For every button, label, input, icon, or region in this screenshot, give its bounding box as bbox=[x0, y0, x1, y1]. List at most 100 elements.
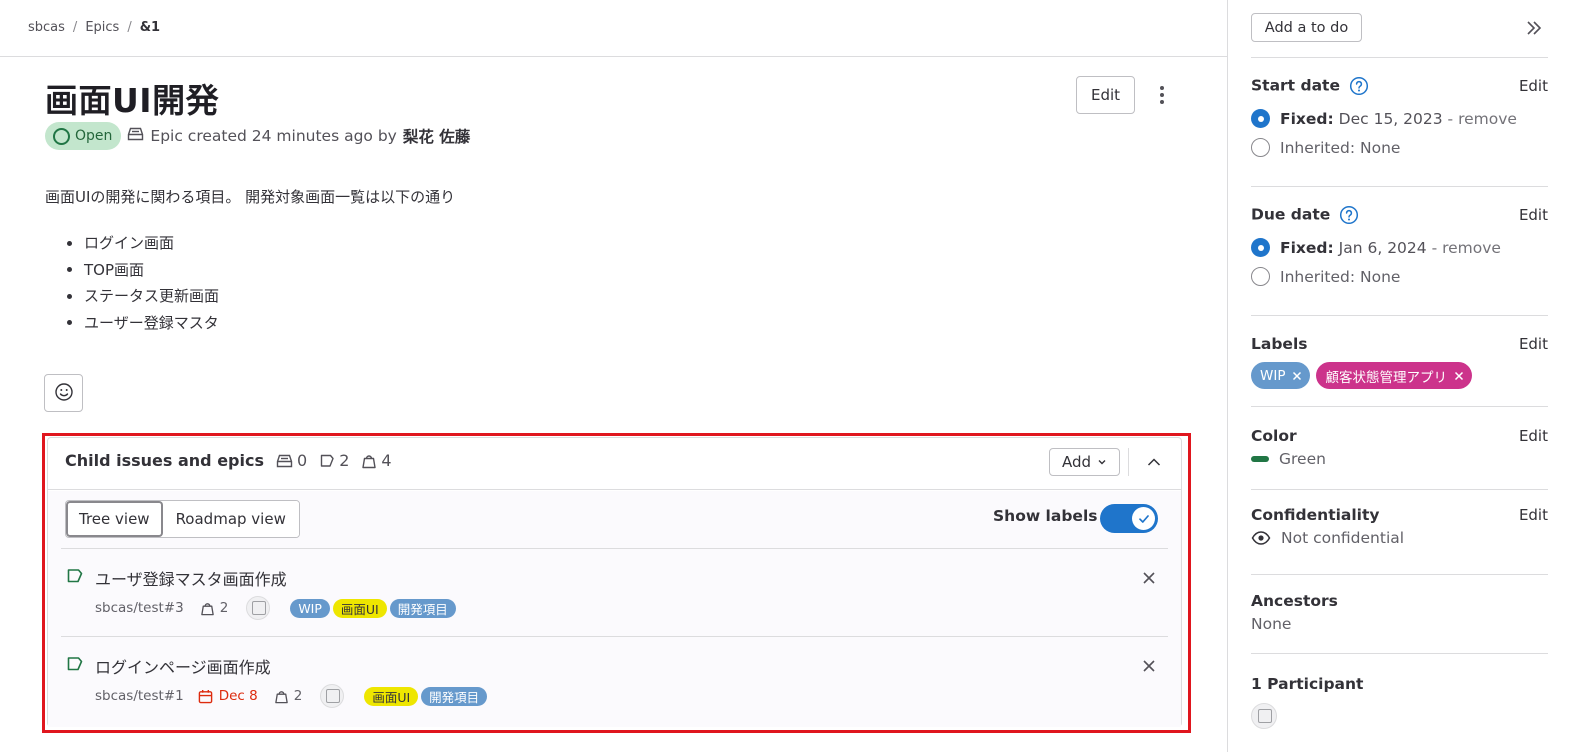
confidentiality-value: Not confidential bbox=[1251, 529, 1548, 547]
list-item: ログイン画面 bbox=[67, 230, 219, 257]
radio-unselected[interactable] bbox=[1251, 138, 1270, 157]
issue-count: 2 bbox=[319, 451, 349, 470]
more-actions-icon[interactable] bbox=[1153, 82, 1171, 108]
weight-icon bbox=[274, 690, 288, 703]
remove-start-date[interactable]: - remove bbox=[1448, 110, 1517, 128]
epic-main: sbcas / Epics / &1 画面UI開発 Edit Open Epic… bbox=[0, 0, 1227, 752]
issue-labels: 画面UI 開発項目 bbox=[364, 686, 488, 706]
radio-selected[interactable] bbox=[1251, 238, 1270, 257]
color-value: Green bbox=[1251, 450, 1548, 468]
radio-unselected[interactable] bbox=[1251, 267, 1270, 286]
show-labels-toggle[interactable] bbox=[1100, 504, 1158, 533]
label-badge[interactable]: 画面UI bbox=[332, 598, 387, 618]
collapse-sidebar-icon[interactable] bbox=[1524, 18, 1544, 38]
issue-icon bbox=[320, 454, 334, 467]
description-list: ログイン画面 TOP画面 ステータス更新画面 ユーザー登録マスタ bbox=[67, 230, 219, 336]
issue-weight: 2 bbox=[200, 600, 228, 616]
child-issue-title[interactable]: ログインページ画面作成 bbox=[95, 654, 271, 678]
edit-confidentiality[interactable]: Edit bbox=[1519, 506, 1548, 524]
breadcrumb-current[interactable]: &1 bbox=[140, 20, 160, 35]
collapse-button[interactable] bbox=[1141, 449, 1167, 475]
breadcrumb-epics[interactable]: Epics bbox=[85, 20, 119, 35]
edit-start-date[interactable]: Edit bbox=[1519, 77, 1548, 95]
weight-count: 4 bbox=[361, 451, 392, 470]
assignee-avatar[interactable] bbox=[320, 684, 345, 708]
ancestors-title: Ancestors bbox=[1251, 592, 1338, 610]
label-badge[interactable]: WIP bbox=[1251, 362, 1311, 389]
label-badge[interactable]: 顧客状態管理アプリ bbox=[1316, 362, 1472, 389]
start-date-fixed-option[interactable]: Fixed: Dec 15, 2023 - remove bbox=[1251, 104, 1548, 133]
sidebar-divider bbox=[1251, 57, 1548, 58]
help-icon[interactable] bbox=[1339, 205, 1359, 225]
edit-due-date[interactable]: Edit bbox=[1519, 206, 1548, 224]
participants-title: 1 Participant bbox=[1251, 675, 1364, 693]
due-date: Dec 8 bbox=[198, 688, 258, 704]
chevron-up-icon bbox=[1147, 458, 1161, 466]
child-issues-title: Child issues and epics 0 2 4 bbox=[65, 451, 392, 470]
remove-label-icon bbox=[1454, 371, 1464, 380]
child-issue-row[interactable]: ユーザ登録マスタ画面作成 sbcas/test#3 2 WIP 画面UI 開発項… bbox=[61, 548, 1168, 636]
due-date-section: Due date Edit Fixed: Jan 6, 2024 - remov… bbox=[1251, 204, 1548, 291]
issue-open-icon bbox=[66, 655, 84, 677]
remove-child-icon[interactable] bbox=[1139, 656, 1159, 676]
breadcrumb: sbcas / Epics / &1 bbox=[28, 20, 160, 35]
child-issues-heading: Child issues and epics bbox=[65, 451, 264, 470]
sidebar-divider bbox=[1251, 574, 1548, 575]
open-status-icon bbox=[53, 127, 70, 145]
created-text: Epic created 24 minutes ago by bbox=[150, 127, 397, 145]
epic-sidebar: Add a to do Start date Edit Fixed: Dec 1… bbox=[1227, 0, 1585, 752]
list-item: ユーザー登録マスタ bbox=[67, 310, 219, 337]
assignee-avatar[interactable] bbox=[246, 596, 271, 620]
help-icon[interactable] bbox=[1349, 76, 1369, 96]
participants-section: 1 Participant bbox=[1251, 673, 1548, 733]
smiley-icon bbox=[54, 382, 74, 405]
status-badge: Open bbox=[45, 122, 122, 150]
edit-color[interactable]: Edit bbox=[1519, 427, 1548, 445]
child-issues-header: Child issues and epics 0 2 4 Add bbox=[48, 438, 1181, 490]
tab-roadmap-view[interactable]: Roadmap view bbox=[162, 501, 299, 537]
confidentiality-section: Confidentiality Edit Not confidential bbox=[1251, 504, 1548, 547]
add-todo-button[interactable]: Add a to do bbox=[1251, 13, 1362, 42]
child-issue-meta: sbcas/test#1 Dec 8 2 画面UI 開発項目 bbox=[95, 683, 488, 709]
description-text: 画面UIの開発に関わる項目。 開発対象画面一覧は以下の通り bbox=[45, 188, 456, 206]
breadcrumb-separator: / bbox=[72, 20, 78, 35]
tab-tree-view[interactable]: Tree view bbox=[66, 501, 163, 537]
toggle-knob bbox=[1132, 507, 1155, 530]
color-swatch bbox=[1251, 456, 1269, 462]
status-text: Open bbox=[75, 128, 113, 144]
remove-child-icon[interactable] bbox=[1139, 568, 1159, 588]
breadcrumb-separator: / bbox=[127, 20, 132, 35]
view-toggle: Tree view Roadmap view bbox=[65, 500, 300, 538]
issue-open-icon bbox=[66, 567, 84, 589]
radio-selected[interactable] bbox=[1251, 109, 1270, 128]
label-badge[interactable]: 開発項目 bbox=[421, 686, 488, 706]
due-date-inherited-option[interactable]: Inherited: None bbox=[1251, 262, 1548, 291]
label-badge[interactable]: 画面UI bbox=[364, 686, 419, 706]
epic-icon bbox=[276, 454, 293, 467]
start-date-title: Start date bbox=[1251, 76, 1340, 95]
issue-reference: sbcas/test#3 bbox=[95, 600, 184, 616]
check-icon bbox=[1138, 514, 1149, 523]
edit-labels[interactable]: Edit bbox=[1519, 335, 1548, 353]
issue-labels: WIP 画面UI 開発項目 bbox=[290, 598, 456, 618]
due-date-fixed-option[interactable]: Fixed: Jan 6, 2024 - remove bbox=[1251, 233, 1548, 262]
edit-epic-button[interactable]: Edit bbox=[1076, 76, 1135, 114]
page-title: 画面UI開発 bbox=[45, 81, 220, 120]
remove-due-date[interactable]: - remove bbox=[1432, 239, 1501, 257]
start-date-inherited-option[interactable]: Inherited: None bbox=[1251, 133, 1548, 162]
epic-icon bbox=[127, 126, 144, 146]
sidebar-divider bbox=[1251, 489, 1548, 490]
breadcrumb-group[interactable]: sbcas bbox=[28, 20, 65, 35]
child-issue-row[interactable]: ログインページ画面作成 sbcas/test#1 Dec 8 2 画面UI 開発… bbox=[61, 636, 1168, 724]
weight-icon bbox=[362, 454, 377, 468]
epic-meta: Open Epic created 24 minutes ago by 梨花 佐… bbox=[45, 122, 470, 150]
header-divider bbox=[0, 56, 1227, 57]
add-child-button[interactable]: Add bbox=[1049, 448, 1120, 476]
author-link[interactable]: 梨花 佐藤 bbox=[403, 125, 470, 147]
add-reaction-button[interactable] bbox=[44, 374, 83, 412]
label-badge[interactable]: WIP bbox=[290, 598, 330, 618]
sidebar-labels: WIP 顧客状態管理アプリ bbox=[1251, 362, 1548, 389]
child-issue-title[interactable]: ユーザ登録マスタ画面作成 bbox=[95, 566, 287, 590]
participant-avatar[interactable] bbox=[1251, 703, 1277, 729]
label-badge[interactable]: 開発項目 bbox=[389, 598, 456, 618]
